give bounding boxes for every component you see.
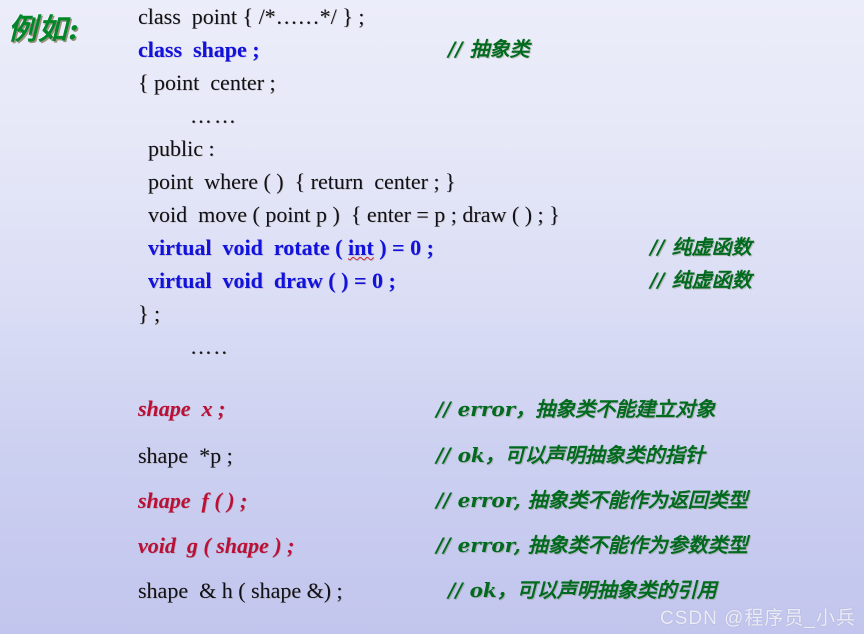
code-segment: virtual void rotate ( [148, 235, 349, 260]
code-text: shape f ( ) ; [138, 488, 248, 513]
code-text: } ; [138, 301, 161, 326]
code-text: void g ( shape ) ; [138, 533, 295, 558]
comment-error-return-type: // error, 抽象类不能作为返回类型 [436, 488, 748, 512]
code-line: { point center ; [138, 66, 864, 99]
code-text: { point center ; [138, 70, 276, 95]
ellipsis-text: …… [190, 103, 238, 128]
ellipsis-text: ….. [190, 334, 229, 359]
code-text: shape x ; [138, 396, 226, 421]
code-line: shape & h ( shape &) ; // ok，可以声明抽象类的引用 [138, 568, 864, 613]
code-segment: } ; [336, 4, 365, 29]
code-spacer [138, 363, 864, 385]
code-line-ellipsis: …… [138, 99, 864, 132]
code-line: virtual void rotate ( int ) = 0 ; // 纯虚函… [138, 231, 864, 264]
code-text: public : [148, 136, 215, 161]
misspelled-token-int: int [348, 235, 374, 260]
code-comment-inline: /*……*/ [258, 4, 337, 29]
code-line: class shape ; // 抽象类 [138, 33, 864, 66]
code-line: void g ( shape ) ; // error, 抽象类不能作为参数类型 [138, 523, 864, 568]
code-line: shape *p ; // ok，可以声明抽象类的指针 [138, 433, 864, 478]
code-line-ellipsis: ….. [138, 330, 864, 363]
code-line: void move ( point p ) { enter = p ; draw… [138, 198, 864, 231]
comment-error-param-type: // error, 抽象类不能作为参数类型 [436, 533, 748, 557]
code-segment: ) = 0 ; [373, 235, 434, 260]
code-text: shape *p ; [138, 443, 233, 468]
code-line: shape f ( ) ; // error, 抽象类不能作为返回类型 [138, 478, 864, 523]
code-line: } ; [138, 297, 864, 330]
code-text: class shape ; [138, 37, 260, 62]
comment-pure-virtual-1: // 纯虚函数 [650, 235, 752, 259]
example-label: 例如: [8, 12, 80, 46]
code-segment: class point { [138, 4, 259, 29]
code-line: class point { /*……*/ } ; [138, 0, 864, 33]
comment-ok-reference: // ok，可以声明抽象类的引用 [448, 578, 717, 602]
comment-error-no-object: // error，抽象类不能建立对象 [436, 397, 716, 421]
code-text: virtual void rotate ( int ) = 0 ; [138, 231, 434, 264]
code-line: public : [138, 132, 864, 165]
comment-pure-virtual-2: // 纯虚函数 [650, 268, 752, 292]
code-text: point where ( ) { return center ; } [148, 169, 456, 194]
comment-ok-pointer: // ok，可以声明抽象类的指针 [436, 443, 705, 467]
code-text: virtual void draw ( ) = 0 ; [148, 268, 396, 293]
code-line: shape x ; // error，抽象类不能建立对象 [138, 385, 864, 433]
code-text: class point { /*……*/ } ; [138, 0, 364, 33]
code-text: void move ( point p ) { enter = p ; draw… [148, 202, 560, 227]
code-line: point where ( ) { return center ; } [138, 165, 864, 198]
comment-abstract-class: // 抽象类 [448, 37, 530, 61]
code-line: virtual void draw ( ) = 0 ; // 纯虚函数 [138, 264, 864, 297]
code-block: class point { /*……*/ } ; class shape ; /… [138, 0, 864, 613]
slide-canvas: 例如: class point { /*……*/ } ; class shape… [0, 0, 864, 634]
code-text: shape & h ( shape &) ; [138, 578, 343, 603]
